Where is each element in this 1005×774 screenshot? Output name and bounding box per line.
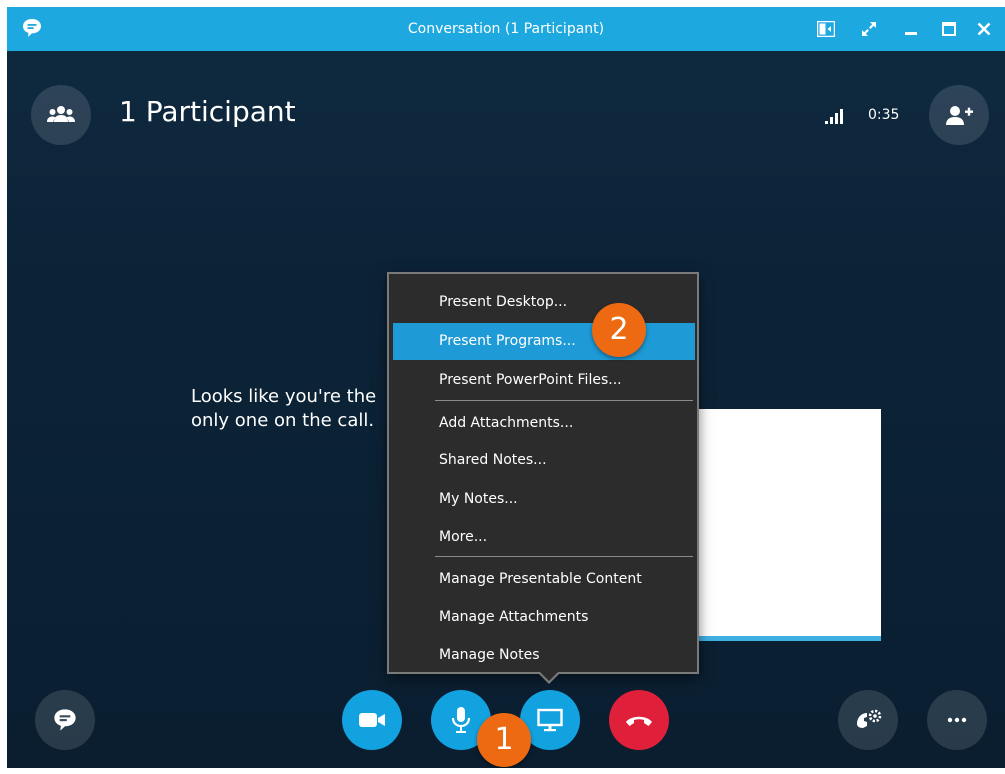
minimize-button[interactable] — [897, 15, 925, 43]
menu-item-add-attachments[interactable]: Add Attachments... — [393, 405, 695, 442]
menu-separator — [435, 556, 693, 557]
menu-pointer-fill — [539, 671, 559, 681]
participants-button[interactable] — [31, 85, 91, 145]
microphone-icon — [451, 707, 471, 733]
maximize-icon — [942, 22, 956, 36]
compact-view-button[interactable] — [812, 15, 840, 43]
monitor-icon — [537, 708, 563, 732]
menu-item-present-programs[interactable]: Present Programs... — [393, 323, 695, 360]
participant-count-title: 1 Participant — [119, 95, 296, 128]
present-content-menu: Present Desktop... Present Programs... P… — [387, 272, 699, 674]
minimize-icon — [905, 32, 917, 35]
video-button[interactable] — [342, 690, 402, 750]
menu-item-manage-presentable-content[interactable]: Manage Presentable Content — [393, 561, 695, 598]
call-controls-button[interactable] — [838, 690, 898, 750]
phone-settings-icon — [857, 709, 882, 728]
hang-up-button[interactable] — [609, 690, 669, 750]
maximize-button[interactable] — [935, 15, 963, 43]
chat-bubble-icon — [54, 709, 76, 731]
alone-on-call-message: Looks like you're the only one on the ca… — [191, 386, 377, 431]
menu-item-manage-attachments[interactable]: Manage Attachments — [393, 599, 695, 636]
menu-item-my-notes[interactable]: My Notes... — [393, 481, 695, 518]
phone-hangup-icon — [626, 716, 652, 726]
full-screen-button[interactable] — [855, 15, 883, 43]
menu-item-present-desktop[interactable]: Present Desktop... — [393, 284, 695, 321]
chat-button[interactable] — [35, 690, 95, 750]
menu-item-present-powerpoint[interactable]: Present PowerPoint Files... — [393, 362, 695, 399]
close-icon — [977, 22, 991, 36]
signal-bars-icon — [825, 109, 843, 124]
add-person-icon — [946, 106, 973, 125]
people-group-icon — [47, 106, 75, 122]
compact-view-icon — [817, 21, 835, 37]
menu-item-shared-notes[interactable]: Shared Notes... — [393, 442, 695, 479]
call-timer: 0:35 — [868, 107, 900, 123]
title-bar: Conversation (1 Participant) — [7, 7, 1005, 51]
conversation-window: Conversation (1 Participant) 1 Participa… — [7, 7, 1005, 768]
callout-step-1: 1 — [477, 713, 531, 767]
callout-step-2: 2 — [592, 303, 646, 357]
more-options-button[interactable] — [927, 690, 987, 750]
self-video-preview — [697, 409, 881, 641]
menu-item-more[interactable]: More... — [393, 519, 695, 556]
close-button[interactable] — [970, 15, 998, 43]
expand-icon — [862, 22, 876, 36]
video-camera-icon — [359, 713, 385, 727]
menu-separator — [435, 400, 693, 401]
ellipsis-icon — [947, 717, 967, 723]
menu-item-manage-notes[interactable]: Manage Notes — [393, 637, 695, 674]
add-participant-button[interactable] — [929, 85, 989, 145]
